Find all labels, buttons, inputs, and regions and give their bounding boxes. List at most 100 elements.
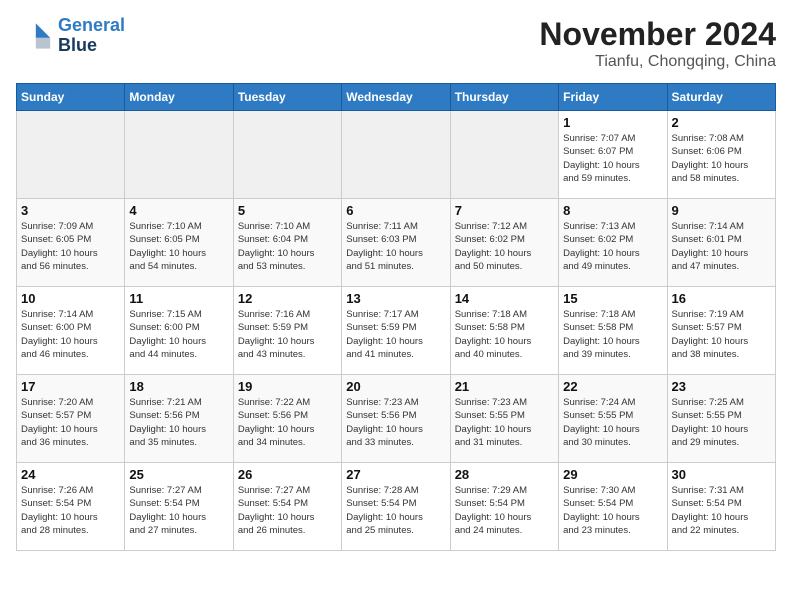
calendar-day-cell: [125, 111, 233, 199]
day-number: 11: [129, 291, 228, 306]
day-number: 5: [238, 203, 337, 218]
day-number: 20: [346, 379, 445, 394]
logo: General Blue: [16, 16, 125, 56]
month-title: November 2024: [539, 16, 776, 53]
weekday-header: Thursday: [450, 84, 558, 111]
calendar-week-row: 17Sunrise: 7:20 AM Sunset: 5:57 PM Dayli…: [17, 375, 776, 463]
day-info: Sunrise: 7:21 AM Sunset: 5:56 PM Dayligh…: [129, 396, 228, 449]
day-info: Sunrise: 7:14 AM Sunset: 6:00 PM Dayligh…: [21, 308, 120, 361]
day-number: 26: [238, 467, 337, 482]
day-number: 30: [672, 467, 771, 482]
day-number: 25: [129, 467, 228, 482]
calendar-table: SundayMondayTuesdayWednesdayThursdayFrid…: [16, 83, 776, 551]
day-number: 7: [455, 203, 554, 218]
day-number: 24: [21, 467, 120, 482]
weekday-header-row: SundayMondayTuesdayWednesdayThursdayFrid…: [17, 84, 776, 111]
day-info: Sunrise: 7:11 AM Sunset: 6:03 PM Dayligh…: [346, 220, 445, 273]
calendar-day-cell: 4Sunrise: 7:10 AM Sunset: 6:05 PM Daylig…: [125, 199, 233, 287]
location-subtitle: Tianfu, Chongqing, China: [539, 53, 776, 71]
day-info: Sunrise: 7:31 AM Sunset: 5:54 PM Dayligh…: [672, 484, 771, 537]
day-number: 28: [455, 467, 554, 482]
calendar-day-cell: 23Sunrise: 7:25 AM Sunset: 5:55 PM Dayli…: [667, 375, 775, 463]
day-info: Sunrise: 7:30 AM Sunset: 5:54 PM Dayligh…: [563, 484, 662, 537]
calendar-day-cell: 22 Sunrise: 7:24 AM Sunset: 5:55 PM Dayli…: [559, 375, 667, 463]
calendar-day-cell: 28Sunrise: 7:29 AM Sunset: 5:54 PM Dayli…: [450, 463, 558, 551]
calendar-day-cell: 3 Sunrise: 7:09 AM Sunset: 6:05 PM Daylig…: [17, 199, 125, 287]
calendar-day-cell: 11 Sunrise: 7:15 AM Sunset: 6:00 PM Dayli…: [125, 287, 233, 375]
calendar-day-cell: 18 Sunrise: 7:21 AM Sunset: 5:56 PM Dayli…: [125, 375, 233, 463]
day-info: Sunrise: 7:10 AM Sunset: 6:04 PM Dayligh…: [238, 220, 337, 273]
logo-icon: [16, 18, 52, 54]
day-info: Sunrise: 7:26 AM Sunset: 5:54 PM Dayligh…: [21, 484, 120, 537]
day-info: Sunrise: 7:27 AM Sunset: 5:54 PM Dayligh…: [129, 484, 228, 537]
calendar-day-cell: 10 Sunrise: 7:14 AM Sunset: 6:00 PM Dayli…: [17, 287, 125, 375]
day-info: Sunrise: 7:19 AM Sunset: 5:57 PM Dayligh…: [672, 308, 771, 361]
calendar-day-cell: 26Sunrise: 7:27 AM Sunset: 5:54 PM Dayli…: [233, 463, 341, 551]
day-info: Sunrise: 7:23 AM Sunset: 5:56 PM Dayligh…: [346, 396, 445, 449]
calendar-day-cell: [450, 111, 558, 199]
day-info: Sunrise: 7:07 AM Sunset: 6:07 PM Dayligh…: [563, 132, 662, 185]
logo-text: General Blue: [58, 16, 125, 56]
day-info: Sunrise: 7:12 AM Sunset: 6:02 PM Dayligh…: [455, 220, 554, 273]
day-number: 3: [21, 203, 120, 218]
weekday-header: Friday: [559, 84, 667, 111]
calendar-day-cell: 1 Sunrise: 7:07 AM Sunset: 6:07 PM Daylig…: [559, 111, 667, 199]
day-number: 1: [563, 115, 662, 130]
day-info: Sunrise: 7:14 AM Sunset: 6:01 PM Dayligh…: [672, 220, 771, 273]
day-number: 17: [21, 379, 120, 394]
calendar-day-cell: 21 Sunrise: 7:23 AM Sunset: 5:55 PM Dayli…: [450, 375, 558, 463]
calendar-day-cell: 14 Sunrise: 7:18 AM Sunset: 5:58 PM Dayli…: [450, 287, 558, 375]
day-info: Sunrise: 7:18 AM Sunset: 5:58 PM Dayligh…: [563, 308, 662, 361]
day-info: Sunrise: 7:16 AM Sunset: 5:59 PM Dayligh…: [238, 308, 337, 361]
calendar-day-cell: 19Sunrise: 7:22 AM Sunset: 5:56 PM Dayli…: [233, 375, 341, 463]
weekday-header: Monday: [125, 84, 233, 111]
calendar-day-cell: 5 Sunrise: 7:10 AM Sunset: 6:04 PM Daylig…: [233, 199, 341, 287]
day-number: 8: [563, 203, 662, 218]
weekday-header: Saturday: [667, 84, 775, 111]
calendar-day-cell: 16 Sunrise: 7:19 AM Sunset: 5:57 PM Dayli…: [667, 287, 775, 375]
calendar-day-cell: 13 Sunrise: 7:17 AM Sunset: 5:59 PM Dayli…: [342, 287, 450, 375]
calendar-day-cell: [233, 111, 341, 199]
day-info: Sunrise: 7:28 AM Sunset: 5:54 PM Dayligh…: [346, 484, 445, 537]
day-info: Sunrise: 7:08 AM Sunset: 6:06 PM Dayligh…: [672, 132, 771, 185]
calendar-week-row: 24 Sunrise: 7:26 AM Sunset: 5:54 PM Dayli…: [17, 463, 776, 551]
day-info: Sunrise: 7:18 AM Sunset: 5:58 PM Dayligh…: [455, 308, 554, 361]
day-number: 14: [455, 291, 554, 306]
calendar-day-cell: 30 Sunrise: 7:31 AM Sunset: 5:54 PM Dayli…: [667, 463, 775, 551]
day-info: Sunrise: 7:13 AM Sunset: 6:02 PM Dayligh…: [563, 220, 662, 273]
calendar-day-cell: 29 Sunrise: 7:30 AM Sunset: 5:54 PM Dayli…: [559, 463, 667, 551]
day-number: 9: [672, 203, 771, 218]
day-info: Sunrise: 7:17 AM Sunset: 5:59 PM Dayligh…: [346, 308, 445, 361]
calendar-day-cell: 9 Sunrise: 7:14 AM Sunset: 6:01 PM Daylig…: [667, 199, 775, 287]
day-number: 10: [21, 291, 120, 306]
day-info: Sunrise: 7:23 AM Sunset: 5:55 PM Dayligh…: [455, 396, 554, 449]
day-info: Sunrise: 7:24 AM Sunset: 5:55 PM Dayligh…: [563, 396, 662, 449]
day-number: 16: [672, 291, 771, 306]
day-number: 22: [563, 379, 662, 394]
calendar-day-cell: 25 Sunrise: 7:27 AM Sunset: 5:54 PM Dayli…: [125, 463, 233, 551]
page-header: General Blue November 2024 Tianfu, Chong…: [16, 16, 776, 71]
day-info: Sunrise: 7:09 AM Sunset: 6:05 PM Dayligh…: [21, 220, 120, 273]
calendar-day-cell: [342, 111, 450, 199]
title-area: November 2024 Tianfu, Chongqing, China: [539, 16, 776, 71]
day-number: 21: [455, 379, 554, 394]
day-info: Sunrise: 7:10 AM Sunset: 6:05 PM Dayligh…: [129, 220, 228, 273]
calendar-week-row: 3 Sunrise: 7:09 AM Sunset: 6:05 PM Daylig…: [17, 199, 776, 287]
calendar-day-cell: 6 Sunrise: 7:11 AM Sunset: 6:03 PM Daylig…: [342, 199, 450, 287]
day-number: 18: [129, 379, 228, 394]
weekday-header: Wednesday: [342, 84, 450, 111]
day-number: 27: [346, 467, 445, 482]
day-number: 12: [238, 291, 337, 306]
day-number: 13: [346, 291, 445, 306]
day-number: 6: [346, 203, 445, 218]
day-number: 29: [563, 467, 662, 482]
day-number: 23: [672, 379, 771, 394]
day-info: Sunrise: 7:15 AM Sunset: 6:00 PM Dayligh…: [129, 308, 228, 361]
calendar-day-cell: 27 Sunrise: 7:28 AM Sunset: 5:54 PM Dayli…: [342, 463, 450, 551]
calendar-day-cell: 2Sunrise: 7:08 AM Sunset: 6:06 PM Daylig…: [667, 111, 775, 199]
calendar-day-cell: 12 Sunrise: 7:16 AM Sunset: 5:59 PM Dayli…: [233, 287, 341, 375]
calendar-day-cell: 24 Sunrise: 7:26 AM Sunset: 5:54 PM Dayli…: [17, 463, 125, 551]
calendar-day-cell: 17Sunrise: 7:20 AM Sunset: 5:57 PM Dayli…: [17, 375, 125, 463]
weekday-header: Sunday: [17, 84, 125, 111]
calendar-day-cell: 8 Sunrise: 7:13 AM Sunset: 6:02 PM Daylig…: [559, 199, 667, 287]
